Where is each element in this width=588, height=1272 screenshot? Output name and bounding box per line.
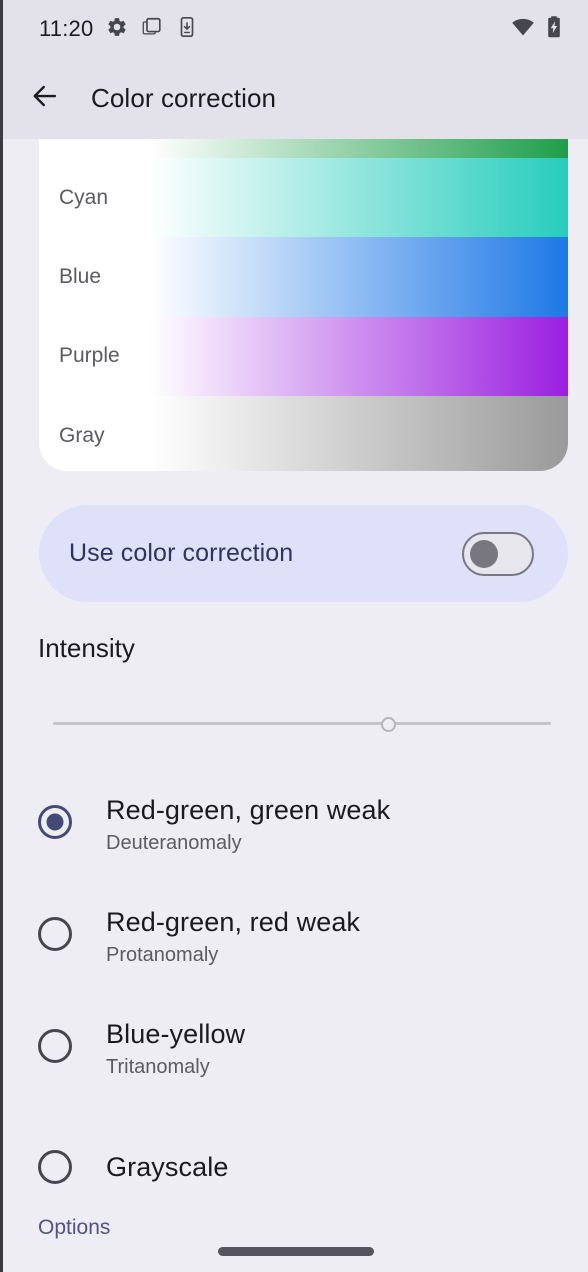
page-title: Color correction <box>91 83 277 113</box>
radio-button[interactable] <box>38 1150 72 1184</box>
mode-option-texts: Red-green, red weak Protanomaly <box>106 905 360 967</box>
color-preview-row-green <box>39 139 568 158</box>
color-row-label: Gray <box>59 423 105 447</box>
mode-option-title: Red-green, green weak <box>106 795 391 825</box>
cyan-gradient <box>123 158 568 238</box>
wifi-icon <box>511 15 535 44</box>
gear-icon <box>106 16 128 43</box>
color-preview-row-gray: Gray <box>39 396 568 471</box>
mode-option-subtitle: Deuteranomaly <box>106 832 242 854</box>
mode-option-texts: Blue-yellow Tritanomaly <box>106 1017 245 1079</box>
green-gradient <box>123 139 568 158</box>
color-preview-card: Cyan Blue Purple Gray <box>39 139 568 471</box>
color-row-label: Cyan <box>59 185 109 209</box>
radio-button[interactable] <box>38 1029 72 1063</box>
purple-gradient <box>123 316 568 397</box>
color-preview-row-purple: Purple <box>39 316 568 397</box>
mode-option-texts: Red-green, green weak Deuteranomaly <box>106 793 390 855</box>
mode-option-subtitle: Tritanomaly <box>106 1056 210 1078</box>
switch-thumb <box>470 539 498 568</box>
use-color-correction-switch[interactable] <box>462 531 534 576</box>
mode-option-tritanomaly[interactable]: Blue-yellow Tritanomaly <box>3 999 588 1111</box>
status-clock: 11:20 <box>39 16 94 41</box>
blue-gradient <box>123 237 568 317</box>
intensity-slider[interactable] <box>53 709 551 739</box>
slider-track <box>53 722 551 725</box>
mode-option-grayscale[interactable]: Grayscale <box>3 1111 588 1223</box>
intensity-heading: Intensity <box>38 633 135 663</box>
mode-option-texts: Grayscale <box>106 1150 228 1184</box>
phone-screen: 11:20 Color correction Cyan Blue Purple … <box>0 0 588 1272</box>
back-button[interactable] <box>21 75 69 123</box>
app-bar: Color correction <box>3 58 588 139</box>
radio-button[interactable] <box>38 917 72 951</box>
color-row-label: Purple <box>59 344 120 368</box>
phone-download-icon <box>176 16 198 43</box>
use-color-correction-row[interactable]: Use color correction <box>39 505 568 602</box>
mode-option-title: Blue-yellow <box>106 1019 246 1049</box>
options-link[interactable]: Options <box>38 1216 110 1240</box>
use-color-correction-label: Use color correction <box>69 539 294 567</box>
radio-button-selected[interactable] <box>38 805 72 839</box>
settings-scroll-area[interactable]: Cyan Blue Purple Gray Use color correcti… <box>3 139 588 1272</box>
gray-gradient <box>123 396 568 471</box>
copy-icon <box>141 16 163 43</box>
mode-option-protanomaly[interactable]: Red-green, red weak Protanomaly <box>3 887 588 999</box>
mode-option-deuteranomaly[interactable]: Red-green, green weak Deuteranomaly <box>3 775 588 887</box>
slider-thumb[interactable] <box>381 716 396 732</box>
status-bar-left: 11:20 <box>39 16 198 43</box>
correction-mode-list: Red-green, green weak Deuteranomaly Red-… <box>3 775 588 1223</box>
color-preview-row-cyan: Cyan <box>39 158 568 238</box>
mode-option-subtitle: Protanomaly <box>106 944 219 966</box>
mode-option-title: Grayscale <box>106 1152 229 1182</box>
battery-charging-icon <box>546 15 562 44</box>
color-preview-row-blue: Blue <box>39 237 568 317</box>
status-bar-right <box>511 15 562 44</box>
gesture-home-bar[interactable] <box>217 1247 374 1256</box>
status-bar: 11:20 <box>3 0 588 58</box>
color-row-label: Blue <box>59 265 102 289</box>
arrow-back-icon <box>30 81 60 116</box>
mode-option-title: Red-green, red weak <box>106 907 361 937</box>
